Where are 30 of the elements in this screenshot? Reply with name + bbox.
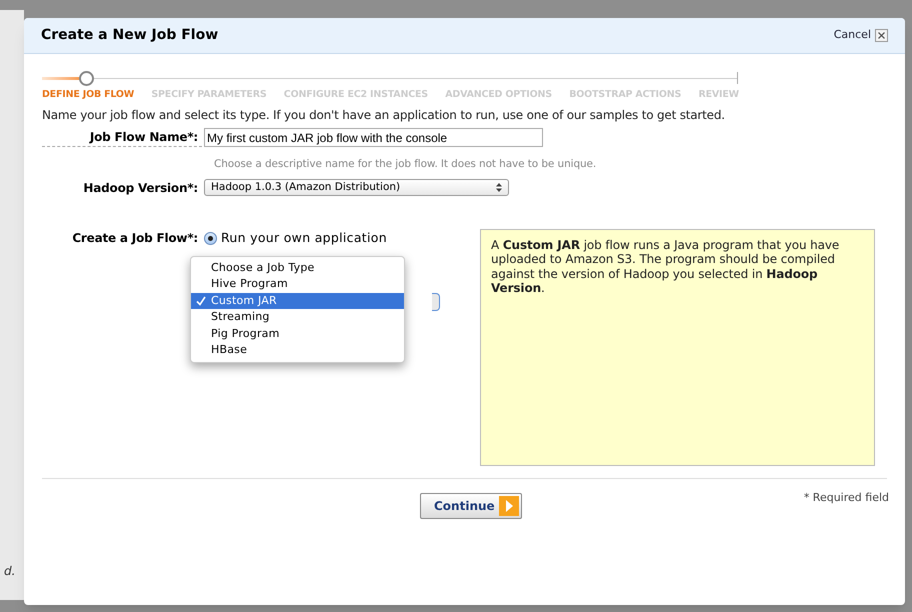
field-hint: Choose a descriptive name for the job flow. It does not have to be unique. bbox=[214, 157, 598, 172]
info-panel: A Custom JAR job flow runs a Java program that you have uploaded to Amazon S3. The program should be compiled against the version of Hadoop you selected in Hadoop Version. bbox=[480, 228, 875, 466]
checkmark-icon bbox=[196, 296, 206, 306]
field-label: Job Flow Name*: bbox=[42, 128, 202, 147]
radio-label: Run your own application bbox=[221, 228, 387, 247]
menu-item[interactable]: Hive Program bbox=[191, 276, 404, 293]
menu-item[interactable]: Streaming bbox=[191, 309, 404, 326]
progress-tick bbox=[737, 72, 738, 84]
menu-item[interactable]: Pig Program bbox=[191, 326, 404, 342]
hadoop-version-select[interactable]: Hadoop 1.0.3 (Amazon Distribution) bbox=[204, 179, 509, 196]
select-arrows-icon bbox=[496, 183, 502, 192]
menu-item[interactable]: Choose a Job Type bbox=[191, 260, 404, 276]
close-icon[interactable] bbox=[875, 29, 888, 42]
play-icon bbox=[499, 496, 519, 516]
background-text: d. bbox=[4, 563, 16, 580]
continue-button[interactable]: Continue bbox=[420, 492, 522, 519]
cancel-link[interactable]: Cancel bbox=[834, 27, 871, 44]
intro-text: Name your job flow and select its type. If you don't have an application to run, use one of our samples to get started. bbox=[42, 107, 726, 124]
field-label: Hadoop Version*: bbox=[82, 180, 199, 197]
required-note: * Required field bbox=[804, 490, 889, 506]
radio-button[interactable] bbox=[204, 232, 217, 245]
dialog-title: Create a New Job Flow bbox=[41, 26, 218, 45]
menu-item[interactable]: Custom JAR bbox=[191, 292, 404, 310]
field-label: Create a Job Flow*: bbox=[71, 230, 199, 248]
job-type-select[interactable] bbox=[432, 292, 440, 311]
step-label: DEFINE JOB FLOW bbox=[42, 88, 134, 102]
progress-fill bbox=[42, 77, 82, 80]
job-flow-name-field[interactable]: My first custom JAR job flow with the console bbox=[204, 128, 543, 147]
step-marker bbox=[79, 71, 94, 86]
menu-item[interactable]: HBase bbox=[191, 342, 404, 359]
